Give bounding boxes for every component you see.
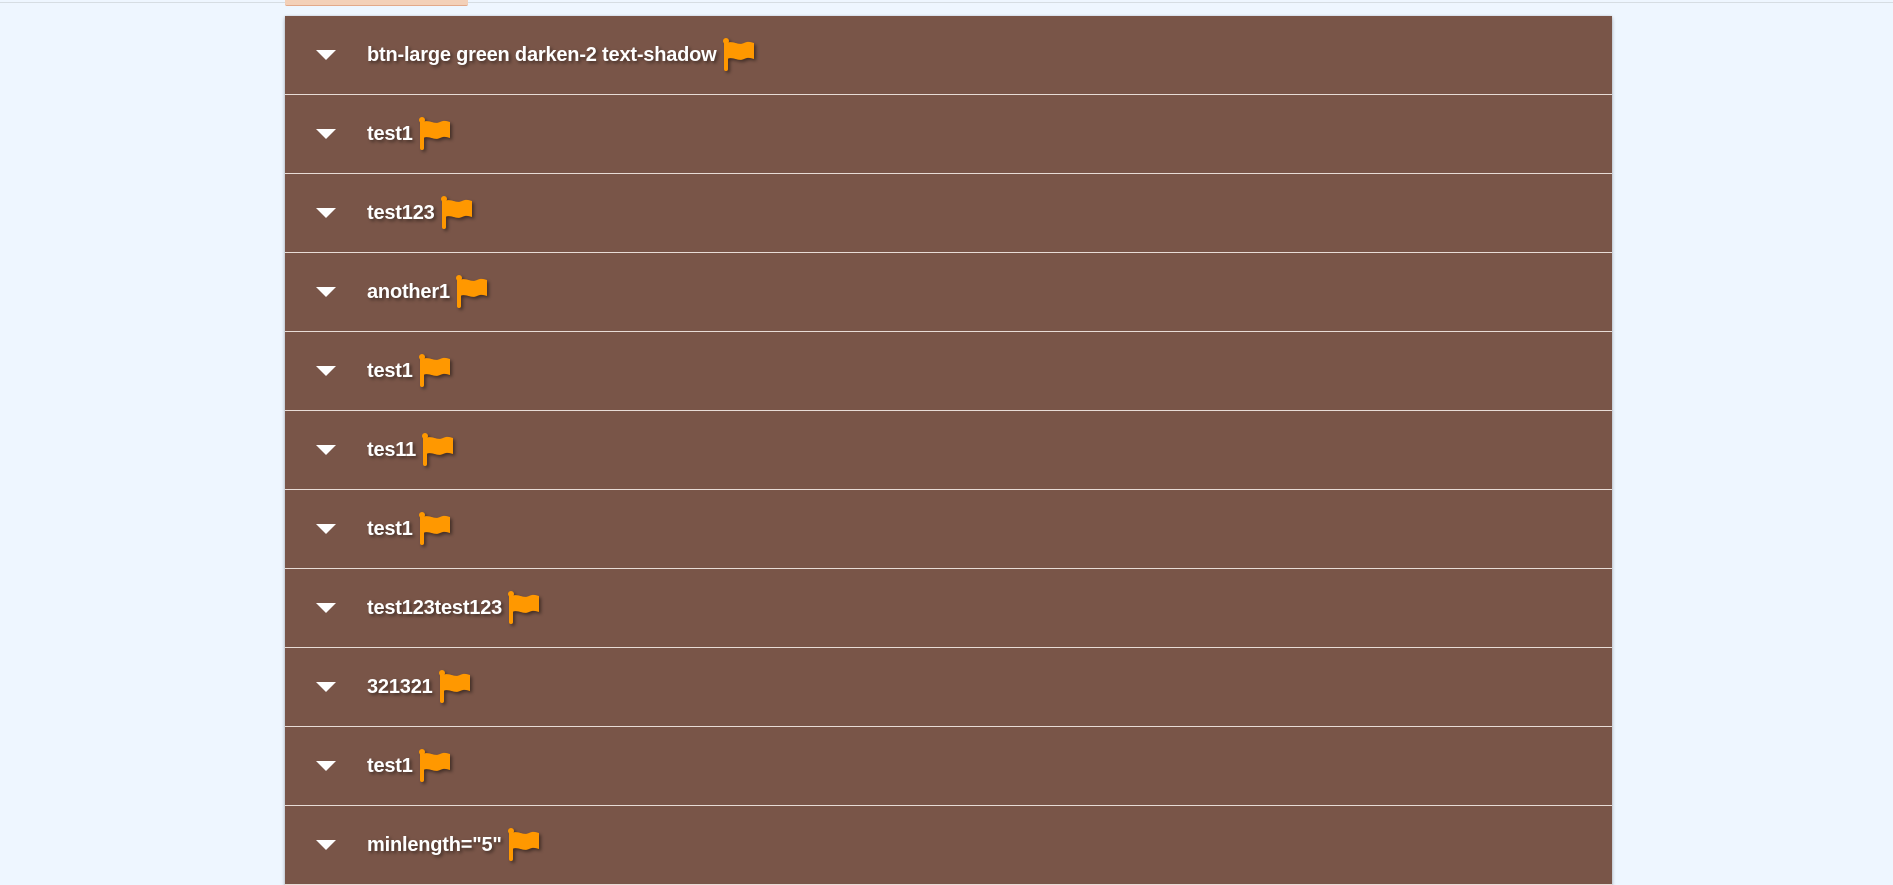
- flag-icon: [420, 432, 456, 468]
- flag-icon-glyph: [455, 275, 487, 308]
- collapsible-header-label: 321321: [367, 675, 433, 698]
- collapsible-list: btn-large green darken-2 text-shadow test…: [285, 16, 1612, 885]
- caret-down-icon[interactable]: [315, 838, 337, 852]
- collapsible-header[interactable]: test123test123: [285, 569, 1612, 648]
- caret-down-icon[interactable]: [315, 759, 337, 773]
- caret-down-icon[interactable]: [315, 364, 337, 378]
- caret-down-icon-glyph: [316, 129, 336, 139]
- caret-down-icon-glyph: [316, 840, 336, 850]
- flag-icon-glyph: [418, 354, 450, 387]
- caret-down-icon-glyph: [316, 366, 336, 376]
- flag-icon-glyph: [438, 670, 470, 703]
- collapsible-header[interactable]: btn-large green darken-2 text-shadow: [285, 16, 1612, 95]
- caret-down-icon-glyph: [316, 208, 336, 218]
- flag-icon: [439, 195, 475, 231]
- flag-icon-glyph: [722, 38, 754, 71]
- caret-down-icon[interactable]: [315, 48, 337, 62]
- flag-icon-glyph: [418, 749, 450, 782]
- collapsible-header[interactable]: test1: [285, 332, 1612, 411]
- flag-icon: [417, 353, 453, 389]
- collapsible-header-label: test123: [367, 201, 435, 224]
- flag-icon-glyph: [507, 828, 539, 861]
- collapsible-header[interactable]: test123: [285, 174, 1612, 253]
- flag-icon: [721, 37, 757, 73]
- caret-down-icon-glyph: [316, 682, 336, 692]
- collapsible-header-label: another1: [367, 280, 450, 303]
- caret-down-icon-glyph: [316, 761, 336, 771]
- collapsible-header[interactable]: another1: [285, 253, 1612, 332]
- collapsible-header-label: test1: [367, 122, 413, 145]
- collapsible-header[interactable]: 321321: [285, 648, 1612, 727]
- flag-icon: [417, 116, 453, 152]
- collapsible-header-label: btn-large green darken-2 text-shadow: [367, 43, 717, 66]
- collapsible-header-label: minlength="5": [367, 833, 502, 856]
- caret-down-icon-glyph: [316, 445, 336, 455]
- page-top-border: [0, 2, 1893, 3]
- flag-icon: [417, 748, 453, 784]
- flag-icon: [417, 511, 453, 547]
- collapsible-header-label: tes11: [367, 438, 417, 461]
- flag-icon-glyph: [508, 591, 540, 624]
- caret-down-icon-glyph: [316, 287, 336, 297]
- caret-down-icon-glyph: [316, 603, 336, 613]
- collapsible-header[interactable]: test1: [285, 95, 1612, 174]
- flag-icon: [506, 590, 542, 626]
- flag-icon-glyph: [418, 117, 450, 150]
- caret-down-icon[interactable]: [315, 522, 337, 536]
- flag-icon-glyph: [422, 433, 454, 466]
- caret-down-icon[interactable]: [315, 601, 337, 615]
- tab-indicator: [285, 0, 468, 6]
- caret-down-icon[interactable]: [315, 285, 337, 299]
- caret-down-icon-glyph: [316, 524, 336, 534]
- caret-down-icon[interactable]: [315, 443, 337, 457]
- caret-down-icon-glyph: [316, 50, 336, 60]
- collapsible-header[interactable]: minlength="5": [285, 806, 1612, 885]
- flag-icon: [506, 827, 542, 863]
- caret-down-icon[interactable]: [315, 206, 337, 220]
- caret-down-icon[interactable]: [315, 680, 337, 694]
- flag-icon-glyph: [418, 512, 450, 545]
- flag-icon: [437, 669, 473, 705]
- collapsible-header[interactable]: test1: [285, 727, 1612, 806]
- collapsible-header-label: test1: [367, 754, 413, 777]
- collapsible-header-label: test1: [367, 517, 413, 540]
- flag-icon-glyph: [440, 196, 472, 229]
- collapsible-header-label: test123test123: [367, 596, 503, 619]
- collapsible-header[interactable]: test1: [285, 490, 1612, 569]
- caret-down-icon[interactable]: [315, 127, 337, 141]
- collapsible-header[interactable]: tes11: [285, 411, 1612, 490]
- flag-icon: [454, 274, 490, 310]
- collapsible-header-label: test1: [367, 359, 413, 382]
